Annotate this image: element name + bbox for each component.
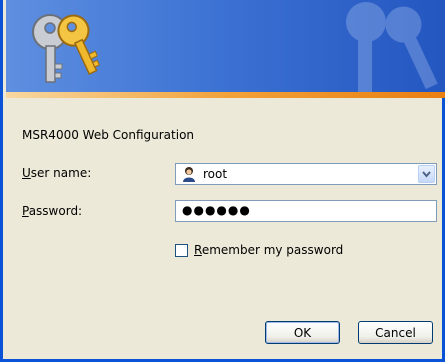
dialog-title: MSR4000 Web Configuration (22, 128, 195, 142)
remember-password-checkbox[interactable] (175, 244, 188, 257)
ok-button[interactable]: OK (265, 321, 340, 344)
password-label: Password: (22, 204, 83, 218)
user-name-label: User name: (22, 166, 92, 180)
remember-password-label[interactable]: Remember my password (194, 243, 343, 257)
login-dialog: MSR4000 Web Configuration User name: roo… (0, 0, 445, 362)
dialog-banner (6, 0, 445, 92)
cancel-button[interactable]: Cancel (358, 321, 433, 344)
user-dropdown-button[interactable] (418, 165, 435, 183)
chevron-down-icon (422, 171, 431, 178)
password-field[interactable]: ●●●●●● (175, 200, 437, 222)
keys-watermark-icon (346, 2, 438, 92)
keys-icon (32, 14, 101, 83)
banner-accent-stripe (6, 92, 445, 98)
user-icon (183, 167, 195, 182)
user-name-combobox[interactable]: root (175, 163, 437, 185)
user-name-value: root (203, 167, 228, 181)
